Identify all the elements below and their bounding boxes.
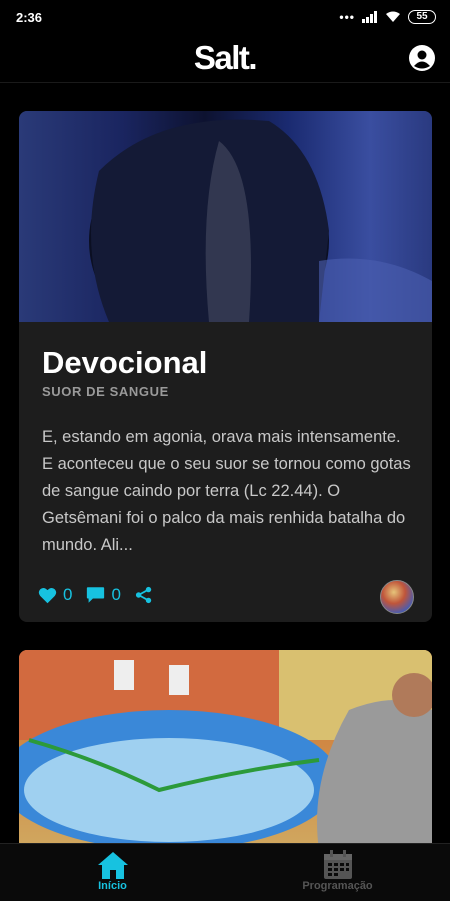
post-title: Devocional bbox=[42, 345, 208, 380]
comment-icon bbox=[87, 587, 105, 603]
post-excerpt: E, estando em agonia, orava mais intensa… bbox=[42, 428, 411, 554]
comment-count: 0 bbox=[111, 585, 121, 604]
post-card-2[interactable] bbox=[19, 650, 432, 850]
app-bar: Salt. bbox=[0, 34, 450, 83]
share-icon[interactable] bbox=[135, 586, 153, 604]
status-bar: 2:36 ••• 55 bbox=[0, 0, 450, 34]
home-icon bbox=[97, 852, 128, 879]
nav-schedule-label: Programação bbox=[302, 880, 373, 892]
nav-home-label: Início bbox=[98, 880, 127, 892]
post-actions: 0 0 bbox=[38, 585, 153, 605]
signal-icon bbox=[362, 11, 377, 23]
status-time: 2:36 bbox=[16, 9, 43, 25]
comment-button[interactable]: 0 bbox=[86, 585, 121, 605]
post-image bbox=[19, 111, 432, 322]
calendar-icon bbox=[323, 850, 352, 879]
author-avatar[interactable] bbox=[380, 580, 414, 614]
heart-icon bbox=[38, 587, 57, 603]
post-card[interactable]: Devocional SUOR DE SANGUE E, estando em … bbox=[19, 111, 432, 622]
nav-home[interactable]: Início bbox=[0, 844, 225, 901]
status-icons: ••• 55 bbox=[339, 10, 436, 24]
notification-dots-icon: ••• bbox=[339, 10, 355, 24]
battery-icon: 55 bbox=[408, 10, 436, 24]
bottom-navigation: Início Programação bbox=[0, 843, 450, 901]
app-logo: Salt. bbox=[193, 39, 258, 76]
post-subtitle: SUOR DE SANGUE bbox=[42, 384, 169, 399]
nav-schedule[interactable]: Programação bbox=[225, 844, 450, 901]
like-count: 0 bbox=[63, 585, 73, 604]
post-image-2 bbox=[19, 650, 432, 850]
like-button[interactable]: 0 bbox=[38, 585, 72, 605]
wifi-icon bbox=[386, 11, 400, 22]
profile-icon[interactable] bbox=[408, 44, 436, 72]
